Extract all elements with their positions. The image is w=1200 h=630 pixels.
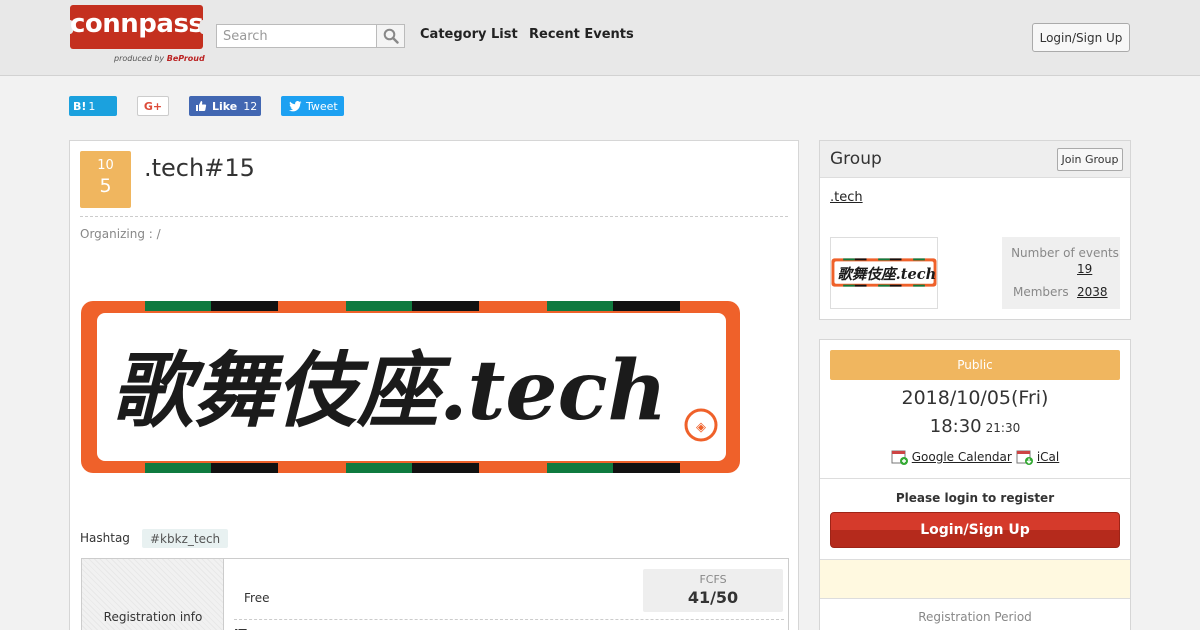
logo-text: connpass: [70, 9, 204, 39]
search-button[interactable]: [376, 24, 405, 48]
event-banner-image: 歌舞伎座.tech ◈: [81, 301, 740, 473]
event-end-time: 21:30: [985, 421, 1021, 435]
events-count-link[interactable]: 19: [1077, 262, 1092, 276]
ticket-type: Free: [244, 591, 270, 605]
logo-sub-prefix: produced by: [114, 54, 165, 63]
calendar-download-icon: [1016, 450, 1033, 465]
ticket-capacity-box: FCFS 41/50: [643, 569, 783, 612]
twitter-bird-icon: [289, 100, 302, 111]
site-header: connpass produced by BeProud Category Li…: [0, 0, 1200, 76]
google-calendar-link[interactable]: Google Calendar: [912, 450, 1012, 464]
event-start-time: 18:30: [929, 416, 982, 437]
event-month: 10: [97, 158, 114, 173]
tweet-button[interactable]: Tweet: [281, 96, 344, 116]
panel-divider: [820, 598, 1130, 599]
registration-table: Registration info Free FCFS 41/50 IT: [81, 558, 789, 630]
notice-area: [820, 560, 1130, 598]
group-heading: Group: [830, 149, 882, 169]
ticket-count: 41/50: [687, 588, 739, 607]
panel-divider: [820, 478, 1130, 479]
google-plus-button[interactable]: G+: [137, 96, 169, 116]
nav-category-list[interactable]: Category List: [420, 27, 518, 42]
event-main-card: 10 5 .tech#15 Organizing : / 歌舞伎座.tech ◈: [69, 140, 799, 630]
svg-text:◈: ◈: [696, 420, 706, 435]
google-plus-icon: G+: [143, 99, 163, 113]
banner-calligraphy: 歌舞伎座.tech: [111, 343, 667, 439]
group-name-link[interactable]: .tech: [830, 190, 863, 205]
logo-subtitle: produced by BeProud: [114, 54, 205, 63]
events-count-label: Number of events: [1011, 246, 1119, 260]
title-divider: [80, 216, 788, 217]
hashtag-label: Hashtag: [80, 531, 130, 545]
event-date-badge: 10 5: [80, 151, 131, 208]
svg-text:歌舞伎座.tech: 歌舞伎座.tech: [837, 266, 936, 283]
search-input[interactable]: [216, 24, 377, 48]
group-stats: Number of events 19 Members 2038: [1002, 237, 1120, 309]
hashtag-link[interactable]: #kbkz_tech: [142, 529, 229, 548]
event-time: 18:30 21:30: [820, 416, 1130, 437]
hatena-count: 1: [88, 99, 96, 113]
login-signup-button[interactable]: Login/Sign Up: [830, 512, 1120, 548]
group-thumbnail[interactable]: 歌舞伎座.tech: [830, 237, 938, 309]
header-login-button[interactable]: Login/Sign Up: [1032, 23, 1130, 52]
logo-sub-brand: BeProud: [166, 54, 205, 63]
registration-info-header: Registration info: [82, 559, 224, 630]
search-form: [216, 24, 405, 48]
ical-link[interactable]: iCal: [1037, 450, 1059, 464]
logo-badge: connpass: [66, 5, 207, 49]
group-panel: Group Join Group .tech 歌舞伎座.tech Number …: [819, 140, 1131, 320]
hatena-icon: B!: [73, 99, 87, 113]
event-date: 2018/10/05(Fri): [901, 387, 1049, 409]
like-count: 12: [243, 99, 258, 113]
facebook-like-button[interactable]: Like 12: [189, 96, 261, 116]
registration-info-label: Registration info: [103, 610, 203, 624]
login-prompt: Please login to register: [895, 491, 1055, 505]
members-count-link[interactable]: 2038: [1077, 285, 1108, 299]
calendar-links: Google Calendar iCal: [820, 449, 1130, 465]
nav-recent-events[interactable]: Recent Events: [529, 27, 634, 42]
search-icon: [383, 28, 399, 44]
registration-period-label: Registration Period: [918, 610, 1032, 624]
group-panel-header: Group Join Group: [820, 141, 1130, 178]
join-group-button[interactable]: Join Group: [1057, 148, 1123, 171]
ticket-method: FCFS: [699, 573, 727, 586]
organizing-info: Organizing : /: [80, 227, 161, 241]
event-title: .tech#15: [144, 154, 255, 182]
registration-row-divider: [234, 619, 784, 620]
calendar-add-icon: [891, 450, 908, 465]
hatena-bookmark-button[interactable]: B! 1: [69, 96, 117, 116]
connpass-logo[interactable]: connpass produced by BeProud: [66, 5, 207, 69]
like-label: Like: [212, 99, 238, 113]
thumbs-up-icon: [196, 101, 207, 111]
event-info-panel: Public 2018/10/05(Fri) 18:30 21:30 Google…: [819, 339, 1131, 630]
event-day: 5: [99, 175, 112, 197]
public-status-badge: Public: [830, 350, 1120, 380]
tweet-label: Tweet: [306, 99, 338, 113]
members-label: Members: [1013, 285, 1069, 299]
